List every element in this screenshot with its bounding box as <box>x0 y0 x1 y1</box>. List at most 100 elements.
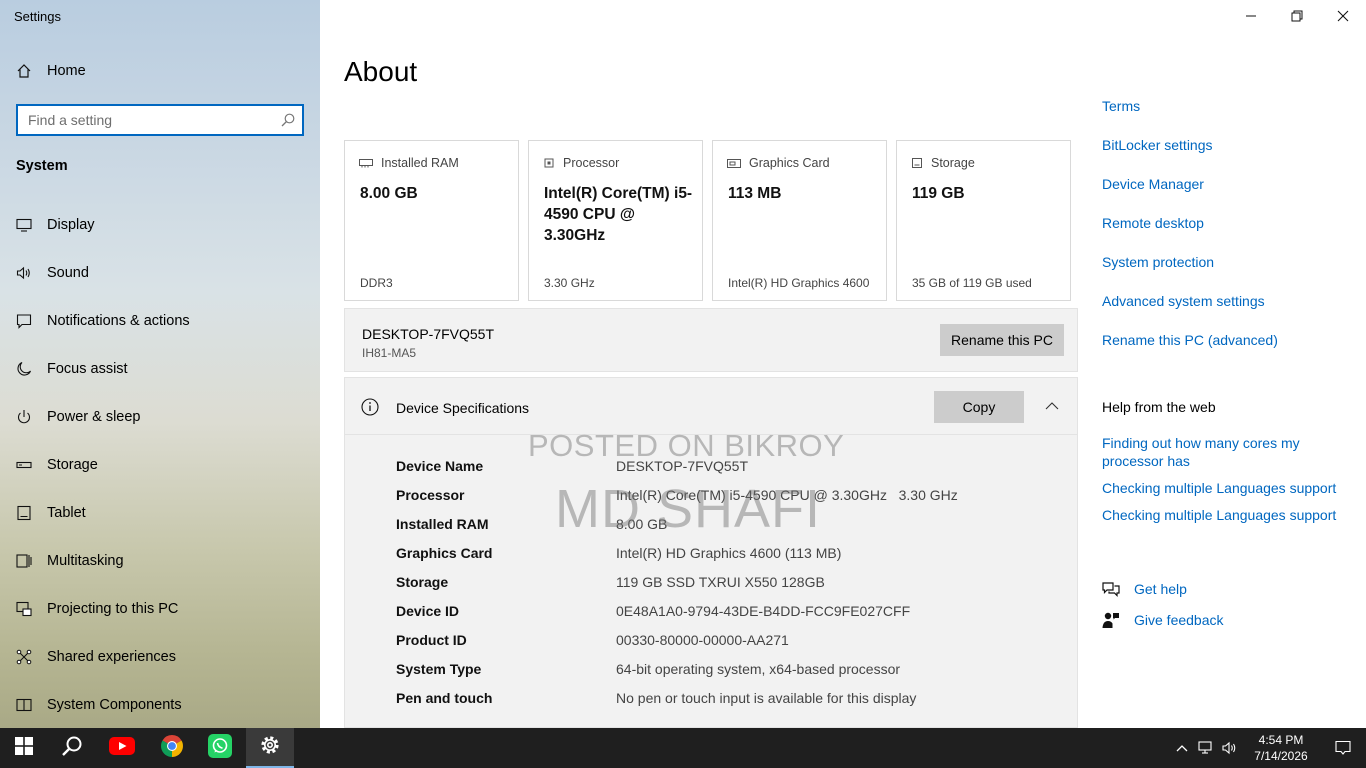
share-icon <box>16 649 38 665</box>
help-link[interactable]: Checking multiple Languages support <box>1102 479 1347 497</box>
sidebar-item-label: Shared experiences <box>47 649 176 665</box>
card-label: Graphics Card <box>749 156 830 170</box>
nav-home[interactable]: Home <box>16 63 86 79</box>
feedback-icon <box>1102 611 1134 629</box>
get-help-link[interactable]: Get help <box>1102 573 1224 604</box>
graphics-icon <box>727 158 741 169</box>
card-value: 113 MB <box>728 185 782 202</box>
minimize-button[interactable] <box>1228 0 1274 32</box>
taskbar-youtube[interactable] <box>98 728 146 768</box>
chevron-up-icon[interactable] <box>1044 398 1060 416</box>
rename-pc-button[interactable]: Rename this PC <box>940 324 1064 356</box>
taskbar-whatsapp[interactable] <box>196 728 244 768</box>
sidebar-item-display[interactable]: Display <box>16 201 316 249</box>
specification-list: Device Name DESKTOP-7FVQ55T Processor Inte… <box>396 458 958 719</box>
card-ram: Installed RAM 8.00 GB DDR3 <box>344 140 519 301</box>
link-bitlocker-settings[interactable]: BitLocker settings <box>1102 137 1278 176</box>
link-system-protection[interactable]: System protection <box>1102 254 1278 293</box>
card-value: 119 GB <box>912 185 965 202</box>
clock-date: 7/14/2026 <box>1254 749 1308 763</box>
clock[interactable]: 4:54 PM 7/14/2026 <box>1242 732 1320 764</box>
spec-key: Device Name <box>396 458 484 474</box>
link-device-manager[interactable]: Device Manager <box>1102 176 1278 215</box>
processor-icon <box>543 157 555 169</box>
ram-icon <box>359 158 373 168</box>
volume-icon[interactable] <box>1218 741 1242 755</box>
help-link[interactable]: Finding out how many cores my processor … <box>1102 434 1347 470</box>
network-icon[interactable] <box>1194 741 1218 755</box>
device-specifications-title: Device Specifications <box>396 400 530 416</box>
card-value: 8.00 GB <box>360 185 418 202</box>
taskbar: 4:54 PM 7/14/2026 <box>0 728 1366 768</box>
link-rename-pc-advanced[interactable]: Rename this PC (advanced) <box>1102 332 1278 371</box>
sidebar-item-notifications[interactable]: Notifications & actions <box>16 297 316 345</box>
components-icon <box>16 697 38 713</box>
spec-value: DESKTOP-7FVQ55T <box>616 458 749 474</box>
sidebar-item-tablet[interactable]: Tablet <box>16 489 316 537</box>
give-feedback-label: Give feedback <box>1134 611 1224 628</box>
spec-value: No pen or touch input is available for t… <box>616 690 917 706</box>
spec-value: Intel(R) HD Graphics 4600 (113 MB) <box>616 545 842 561</box>
sidebar-item-projecting[interactable]: Projecting to this PC <box>16 585 316 633</box>
multitasking-icon <box>16 553 38 569</box>
spec-key: System Type <box>396 661 482 677</box>
close-button[interactable] <box>1320 0 1366 32</box>
search-input[interactable] <box>18 106 268 134</box>
card-storage: Storage 119 GB 35 GB of 119 GB used <box>896 140 1071 301</box>
link-terms[interactable]: Terms <box>1102 98 1278 137</box>
window-controls <box>1228 0 1366 32</box>
sidebar-item-multitasking[interactable]: Multitasking <box>16 537 316 585</box>
search-icon[interactable] <box>280 112 296 133</box>
spec-row: Pen and touch No pen or touch input is av… <box>396 690 958 719</box>
taskbar-search-button[interactable] <box>48 728 96 768</box>
sidebar-item-label: Tablet <box>47 505 86 521</box>
notification-center-icon[interactable] <box>1320 740 1366 756</box>
copy-button[interactable]: Copy <box>934 391 1024 423</box>
spec-key: Device ID <box>396 603 460 619</box>
card-sub: DDR3 <box>360 276 393 290</box>
sidebar-item-storage[interactable]: Storage <box>16 441 316 489</box>
chevron-up-icon[interactable] <box>1170 744 1194 752</box>
link-remote-desktop[interactable]: Remote desktop <box>1102 215 1278 254</box>
spec-key: Product ID <box>396 632 467 648</box>
card-label: Storage <box>931 156 975 170</box>
monitor-icon <box>16 217 38 233</box>
device-specifications-header[interactable]: Device Specifications Copy <box>345 378 1077 435</box>
spec-value: 8.00 GB <box>616 516 668 532</box>
link-advanced-system-settings[interactable]: Advanced system settings <box>1102 293 1278 332</box>
start-button[interactable] <box>0 728 48 768</box>
sidebar-item-focus-assist[interactable]: Focus assist <box>16 345 316 393</box>
search-box <box>16 104 304 136</box>
sidebar-item-system-components[interactable]: System Components <box>16 681 316 728</box>
spec-value: 00330-80000-00000-AA271 <box>616 632 789 648</box>
project-icon <box>16 601 38 617</box>
taskbar-chrome[interactable] <box>148 728 196 768</box>
spec-row: Device Name DESKTOP-7FVQ55T <box>396 458 958 487</box>
sidebar-item-label: Power & sleep <box>47 409 141 425</box>
start-icon <box>15 736 33 760</box>
window-title: Settings <box>14 9 61 24</box>
sidebar-item-sound[interactable]: Sound <box>16 249 316 297</box>
taskbar-settings[interactable] <box>246 728 294 768</box>
restore-button[interactable] <box>1274 0 1320 32</box>
spec-row: Installed RAM 8.00 GB <box>396 516 958 545</box>
chat-help-icon <box>1102 581 1134 597</box>
help-link[interactable]: Checking multiple Languages support <box>1102 506 1347 524</box>
sidebar: Settings Home System Display Sound <box>0 0 320 728</box>
sidebar-item-label: Sound <box>47 265 89 281</box>
spec-row: Storage 119 GB SSD TXRUI X550 128GB <box>396 574 958 603</box>
card-value: Intel(R) Core(TM) i5-4590 CPU @ 3.30GHz <box>544 185 693 244</box>
sidebar-item-shared-experiences[interactable]: Shared experiences <box>16 633 316 681</box>
power-icon <box>16 409 38 425</box>
spec-row: Device ID 0E48A1A0-9794-43DE-B4DD-FCC9FE0… <box>396 603 958 632</box>
section-title: System <box>16 158 68 174</box>
clock-time: 4:54 PM <box>1258 733 1304 747</box>
give-feedback-link[interactable]: Give feedback <box>1102 604 1224 635</box>
notification-icon <box>16 313 38 329</box>
card-processor: Processor Intel(R) Core(TM) i5-4590 CPU … <box>528 140 703 301</box>
nav-home-label: Home <box>47 63 86 79</box>
card-label: Processor <box>563 156 620 170</box>
sidebar-item-power[interactable]: Power & sleep <box>16 393 316 441</box>
sidebar-item-label: Display <box>47 217 95 233</box>
speaker-icon <box>16 265 38 281</box>
